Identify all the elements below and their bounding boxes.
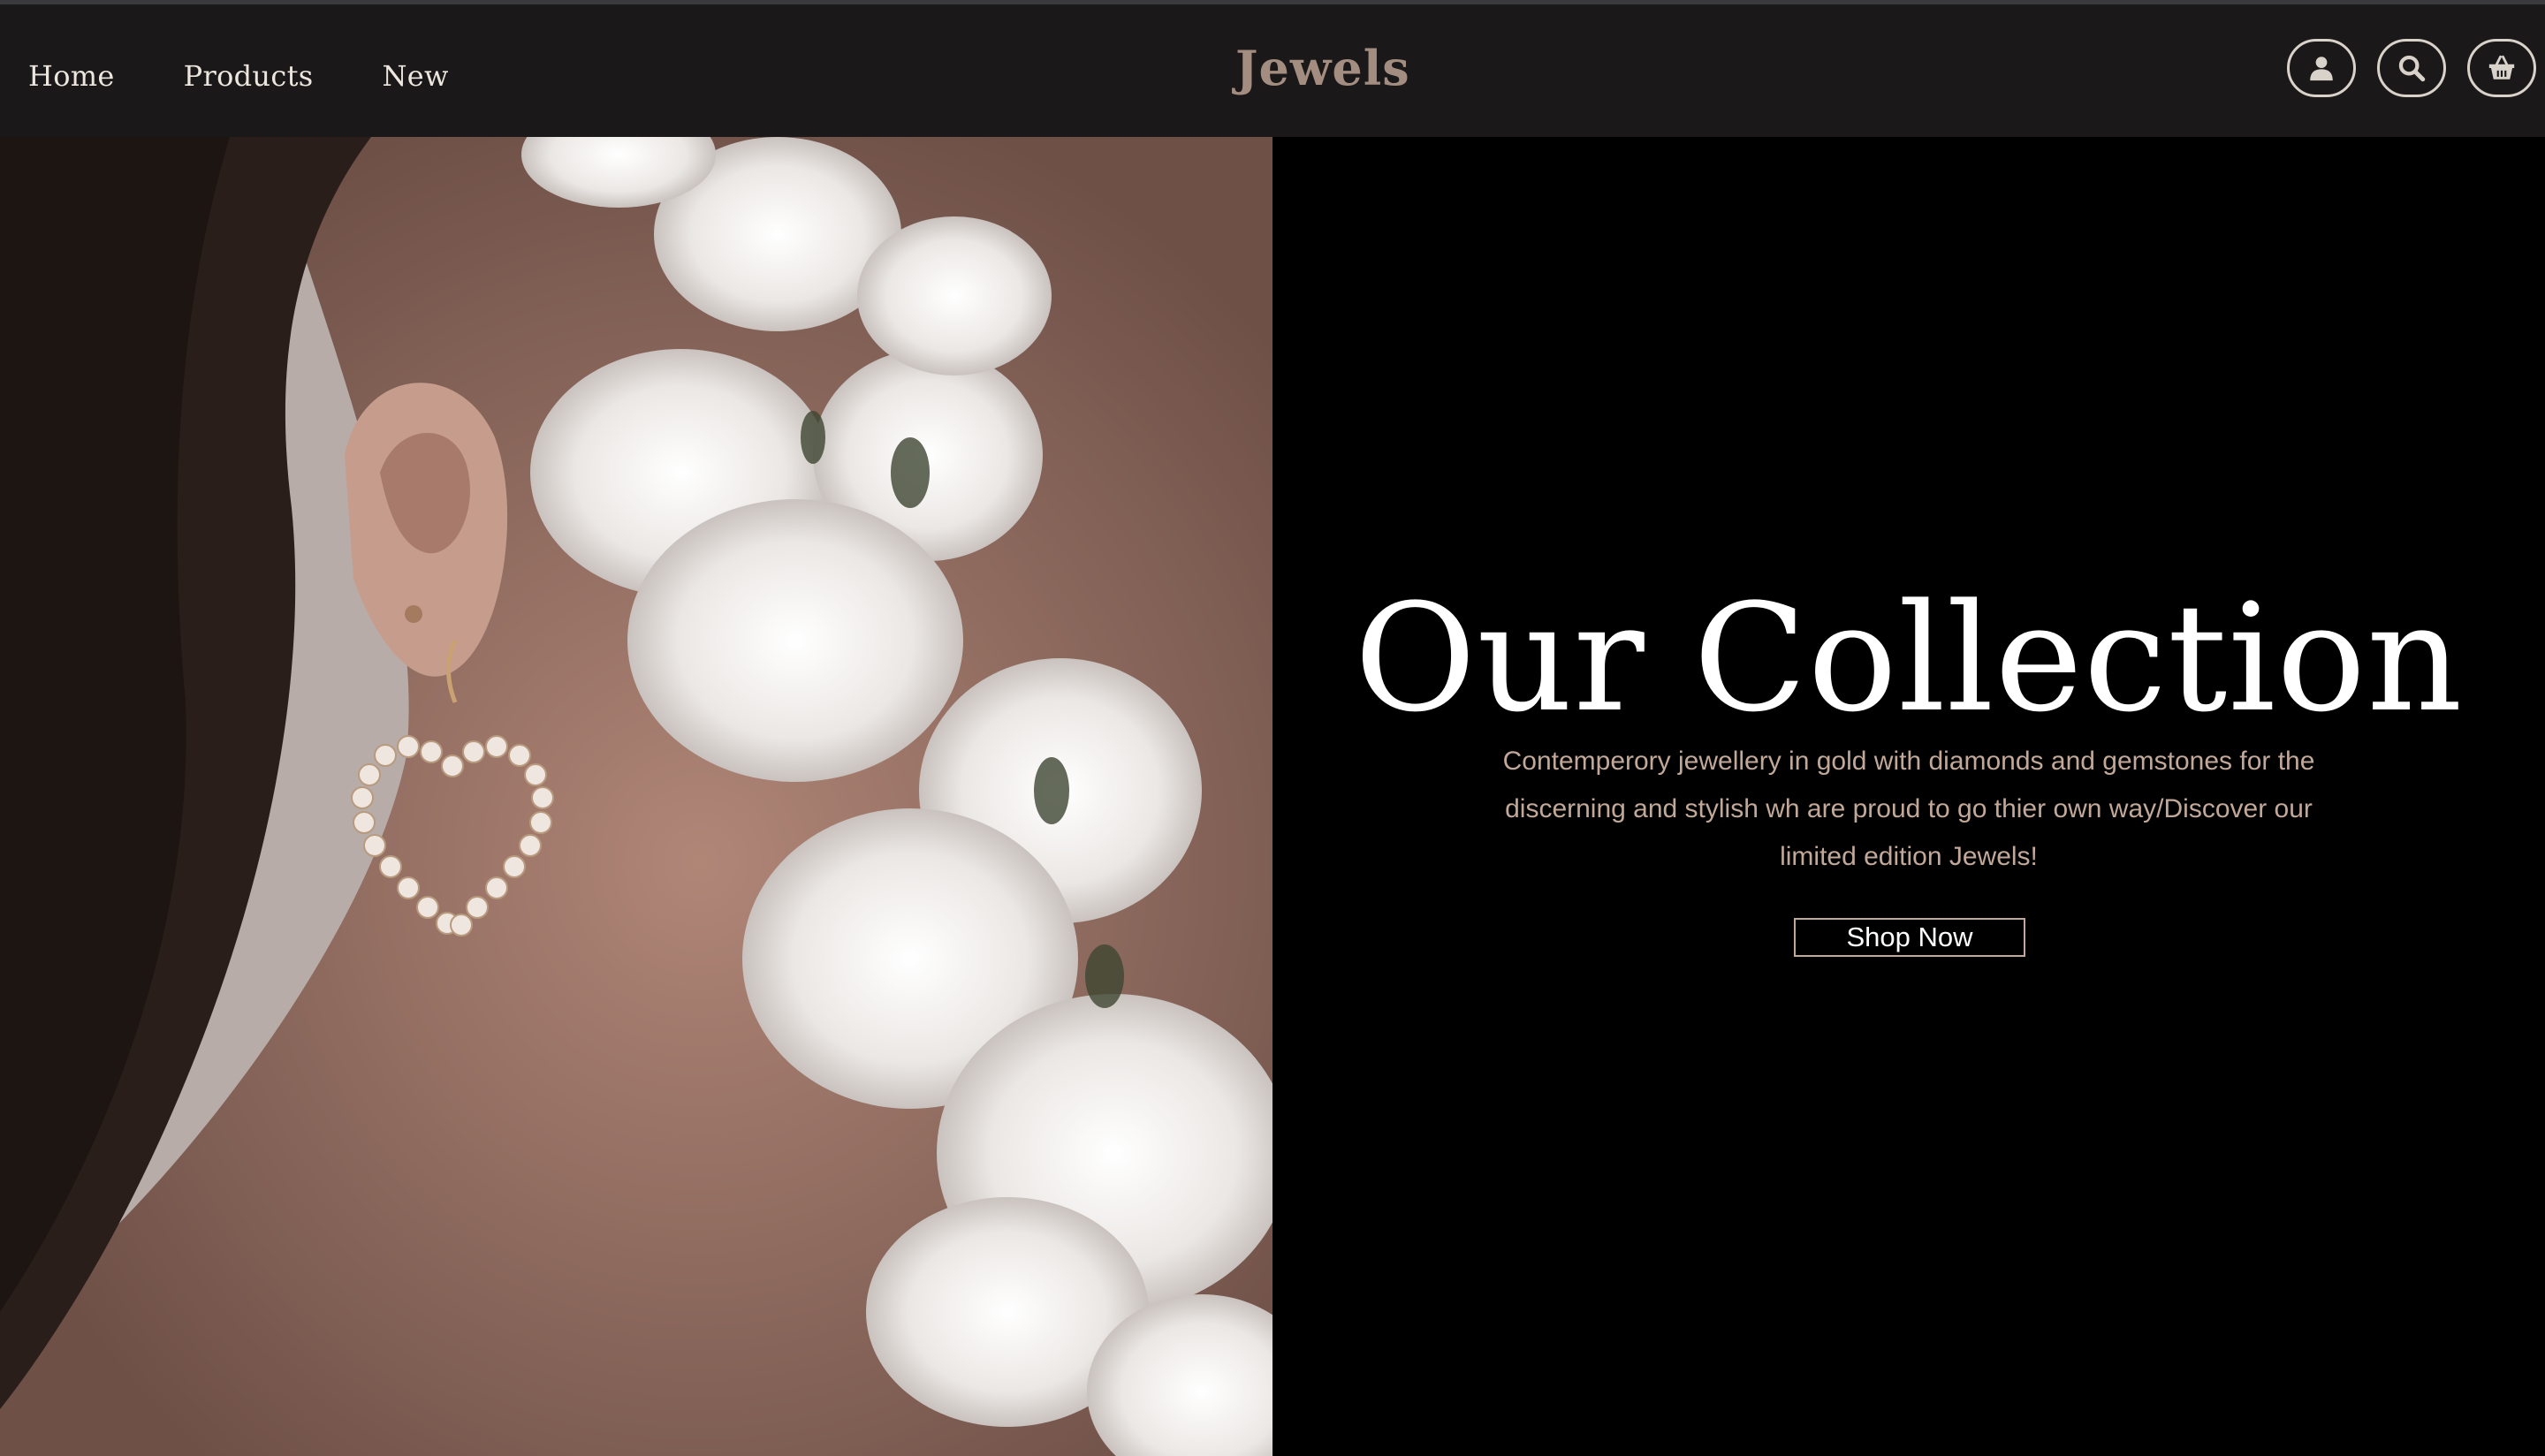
search-icon xyxy=(2398,55,2426,82)
account-button[interactable] xyxy=(2287,39,2356,97)
nav-link-new[interactable]: New xyxy=(382,59,448,93)
basket-icon xyxy=(2488,55,2515,80)
cart-button[interactable] xyxy=(2467,39,2536,97)
search-button[interactable] xyxy=(2377,39,2446,97)
nav-link-home[interactable]: Home xyxy=(28,59,115,93)
main-nav: Home Products New xyxy=(28,59,518,93)
navbar: Home Products New Jewels xyxy=(0,6,2545,137)
brand-logo[interactable]: Jewels xyxy=(1235,40,1412,96)
user-icon xyxy=(2310,57,2333,81)
hero-panel: Our Collection Contemperory jewellery in… xyxy=(1272,137,2545,1456)
nav-link-products[interactable]: Products xyxy=(184,59,314,93)
window-top-border xyxy=(0,0,2545,6)
hero-title: Our Collection xyxy=(1354,572,2464,745)
shop-now-button[interactable]: Shop Now xyxy=(1794,918,2025,957)
hero-description: Contemperory jewellery in gold with diam… xyxy=(1502,747,2315,871)
earring-photo xyxy=(0,137,1272,1456)
nav-icon-group xyxy=(2287,39,2545,97)
hero-image xyxy=(0,137,1272,1456)
